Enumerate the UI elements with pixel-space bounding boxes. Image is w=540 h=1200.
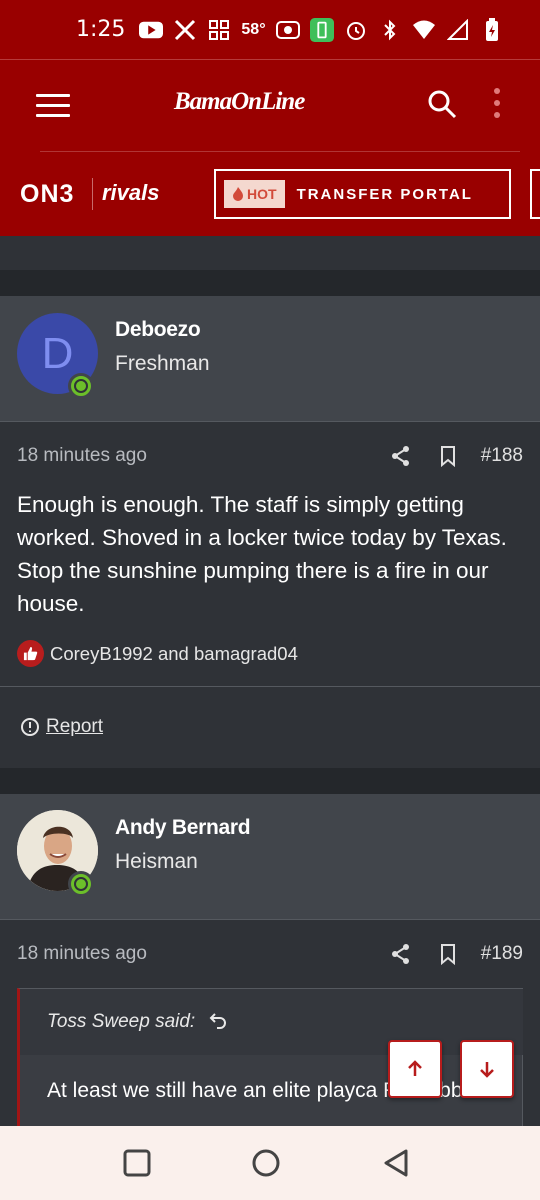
bookmark-icon[interactable] bbox=[439, 943, 457, 971]
user-rank: Freshman bbox=[115, 352, 210, 375]
arrow-up-icon bbox=[408, 1060, 422, 1076]
quote-author: Toss Sweep said: bbox=[47, 1011, 196, 1032]
quote-header[interactable]: Toss Sweep said: bbox=[20, 989, 523, 1055]
status-icons: 58° bbox=[139, 17, 504, 42]
username[interactable]: Andy Bernard bbox=[115, 816, 251, 840]
recents-icon[interactable] bbox=[122, 1148, 152, 1183]
post-gap bbox=[0, 236, 540, 270]
screen: 1:25 58° BamaOnLine ON3 rivals HOT TRANS… bbox=[0, 0, 540, 1200]
user-rank: Heisman bbox=[115, 850, 198, 873]
post-time[interactable]: 18 minutes ago bbox=[17, 943, 147, 965]
post-author-bar: D Deboezo Freshman bbox=[0, 296, 540, 422]
alarm-icon bbox=[344, 19, 368, 41]
online-status-icon bbox=[68, 871, 94, 897]
post-divider bbox=[0, 686, 540, 687]
rivals-logo[interactable]: rivals bbox=[102, 180, 160, 206]
search-icon[interactable] bbox=[426, 88, 458, 125]
on3-logo[interactable]: ON3 bbox=[20, 180, 74, 209]
avatar-letter: D bbox=[41, 328, 74, 378]
status-time: 1:25 bbox=[76, 17, 126, 42]
post-number[interactable]: #188 bbox=[481, 445, 523, 467]
on3-label: ON3 bbox=[20, 180, 75, 208]
post-meta: 18 minutes ago #189 bbox=[17, 943, 523, 973]
next-strip-button[interactable] bbox=[530, 169, 540, 219]
post-time[interactable]: 18 minutes ago bbox=[17, 445, 147, 467]
youtube-icon bbox=[139, 19, 164, 41]
flame-icon bbox=[233, 187, 243, 201]
quote-block: Toss Sweep said: At least we still have … bbox=[17, 988, 523, 1128]
post-author-bar: Andy Bernard Heisman bbox=[0, 794, 540, 920]
bluetooth-icon bbox=[378, 19, 402, 41]
radio-icon bbox=[275, 19, 300, 41]
wifi-icon bbox=[412, 19, 436, 41]
post-gap bbox=[0, 270, 540, 296]
transfer-portal-label: TRANSFER PORTAL bbox=[296, 185, 473, 203]
signal-icon bbox=[446, 18, 470, 41]
scroll-down-button[interactable] bbox=[460, 1040, 514, 1098]
post-number[interactable]: #189 bbox=[481, 943, 523, 965]
scroll-up-button[interactable] bbox=[388, 1040, 442, 1098]
home-icon[interactable] bbox=[251, 1148, 281, 1183]
more-options-icon[interactable] bbox=[494, 88, 502, 124]
post-gap bbox=[0, 768, 540, 794]
post-body: Enough is enough. The staff is simply ge… bbox=[17, 492, 507, 616]
post-meta: 18 minutes ago #188 bbox=[17, 445, 523, 475]
status-bar: 1:25 58° bbox=[0, 0, 540, 60]
report-icon bbox=[21, 718, 39, 736]
back-icon[interactable] bbox=[382, 1148, 410, 1183]
report-link[interactable]: Report bbox=[20, 716, 103, 738]
site-header: BamaOnLine bbox=[0, 60, 540, 152]
x-icon bbox=[173, 19, 197, 41]
hot-badge: HOT bbox=[224, 180, 285, 208]
brand-separator bbox=[92, 178, 93, 210]
username[interactable]: Deboezo bbox=[115, 318, 201, 342]
online-status-icon bbox=[68, 373, 94, 399]
system-nav-bar bbox=[0, 1126, 540, 1200]
grid-app-icon bbox=[207, 19, 231, 41]
menu-icon[interactable] bbox=[36, 94, 70, 118]
like-icon bbox=[17, 640, 44, 667]
jump-to-quote-icon[interactable] bbox=[209, 1011, 227, 1029]
report-label: Report bbox=[46, 716, 104, 737]
share-icon[interactable] bbox=[391, 445, 411, 473]
bookmark-icon[interactable] bbox=[439, 445, 457, 473]
battery-saver-icon bbox=[309, 17, 334, 42]
transfer-portal-button[interactable]: HOT TRANSFER PORTAL bbox=[214, 169, 511, 219]
temperature: 58° bbox=[241, 20, 266, 38]
likes-text: CoreyB1992 and bamagrad04 bbox=[50, 642, 298, 664]
share-icon[interactable] bbox=[391, 943, 411, 971]
site-logo[interactable]: BamaOnLine bbox=[174, 88, 305, 116]
quote-text: At least we still have an elite playca R… bbox=[47, 1079, 463, 1102]
battery-icon bbox=[480, 17, 504, 41]
arrow-down-icon bbox=[480, 1062, 494, 1078]
hot-label: HOT bbox=[247, 186, 277, 202]
post-likes[interactable]: CoreyB1992 and bamagrad04 bbox=[17, 640, 298, 667]
